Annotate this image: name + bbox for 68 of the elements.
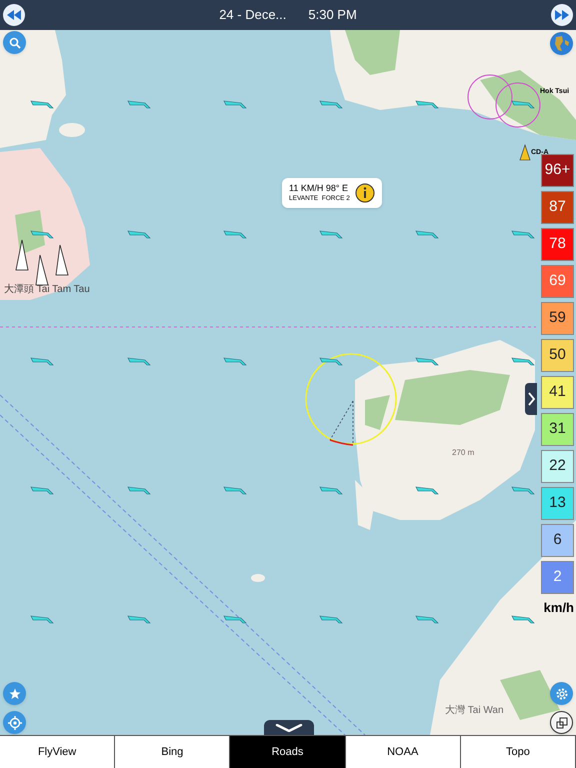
wind-arrow-icon [223,357,247,366]
wind-arrow-icon [127,230,151,239]
wind-arrow-icon [30,357,54,366]
favorites-button[interactable] [3,682,26,705]
date-label: 24 - Dece... [219,6,286,24]
legend-swatch: 31 [541,413,574,446]
chevron-down-icon [275,724,303,732]
wind-arrow-icon [223,486,247,495]
map-label: 大潭頭 Tai Tam Tau [4,285,90,295]
wind-arrow-icon [319,615,343,624]
legend-swatch: 22 [541,450,574,483]
legend-swatch: 50 [541,339,574,372]
locate-button[interactable] [3,711,26,734]
settings-icon [554,686,568,700]
wind-arrow-icon [223,230,247,239]
wind-arrow-icon [415,357,439,366]
globe-icon [550,32,573,55]
wind-arrow-icon [223,615,247,624]
legend-swatch: 69 [541,265,574,298]
overlap-squares-icon [556,716,568,728]
collapse-tab-handle[interactable] [264,720,314,735]
wind-arrow-icon [511,357,535,366]
legend-swatch: 96+ [541,154,574,187]
wind-arrow-icon [30,230,54,239]
wind-arrow-icon [319,357,343,366]
wind-arrow-icon [127,615,151,624]
legend-swatch: 59 [541,302,574,335]
wind-arrow-icon [30,615,54,624]
rewind-icon [7,10,21,20]
map-type-tab[interactable]: Roads [230,736,346,768]
map-label: 270 m [452,447,474,459]
wind-arrow-icon [127,486,151,495]
wind-arrow-icon [415,230,439,239]
legend-swatch: 2 [541,561,574,594]
wind-arrow-icon [223,100,247,109]
legend-swatch: 41 [541,376,574,409]
wind-arrow-icon [127,357,151,366]
legend-swatch: 13 [541,487,574,520]
wind-arrow-icon [415,615,439,624]
wind-arrow-icon [415,100,439,109]
wind-arrow-icon [511,615,535,624]
rewind-button[interactable] [3,4,25,26]
wind-speed-text: 11 KM/H 98° E [289,183,349,195]
wind-arrow-icon [30,486,54,495]
chevron-right-icon [528,392,534,406]
search-icon [8,36,20,48]
wind-arrow-icon [415,486,439,495]
airfield-marker-icon [519,144,531,161]
legend-swatch: 78 [541,228,574,261]
legend-swatch: 6 [541,524,574,557]
fast-forward-button[interactable] [551,4,573,26]
wind-arrow-icon [30,100,54,109]
info-icon[interactable] [355,183,375,203]
wind-arrow-icon [511,230,535,239]
wind-arrow-icon [511,100,535,109]
wind-arrow-icon [319,486,343,495]
star-icon [8,688,20,700]
wind-arrow-icon [319,100,343,109]
wind-arrow-icon [127,100,151,109]
legend-swatch: 87 [541,191,574,224]
fast-forward-icon [555,10,569,20]
time-label: 5:30 PM [308,6,357,24]
map-label: 大灣 Tai Wan [445,706,504,716]
wind-arrow-icon [319,230,343,239]
wind-arrow-icon [511,486,535,495]
legend-unit: km/h [544,599,575,617]
locate-icon [8,716,22,730]
side-panel-handle[interactable] [525,383,537,415]
